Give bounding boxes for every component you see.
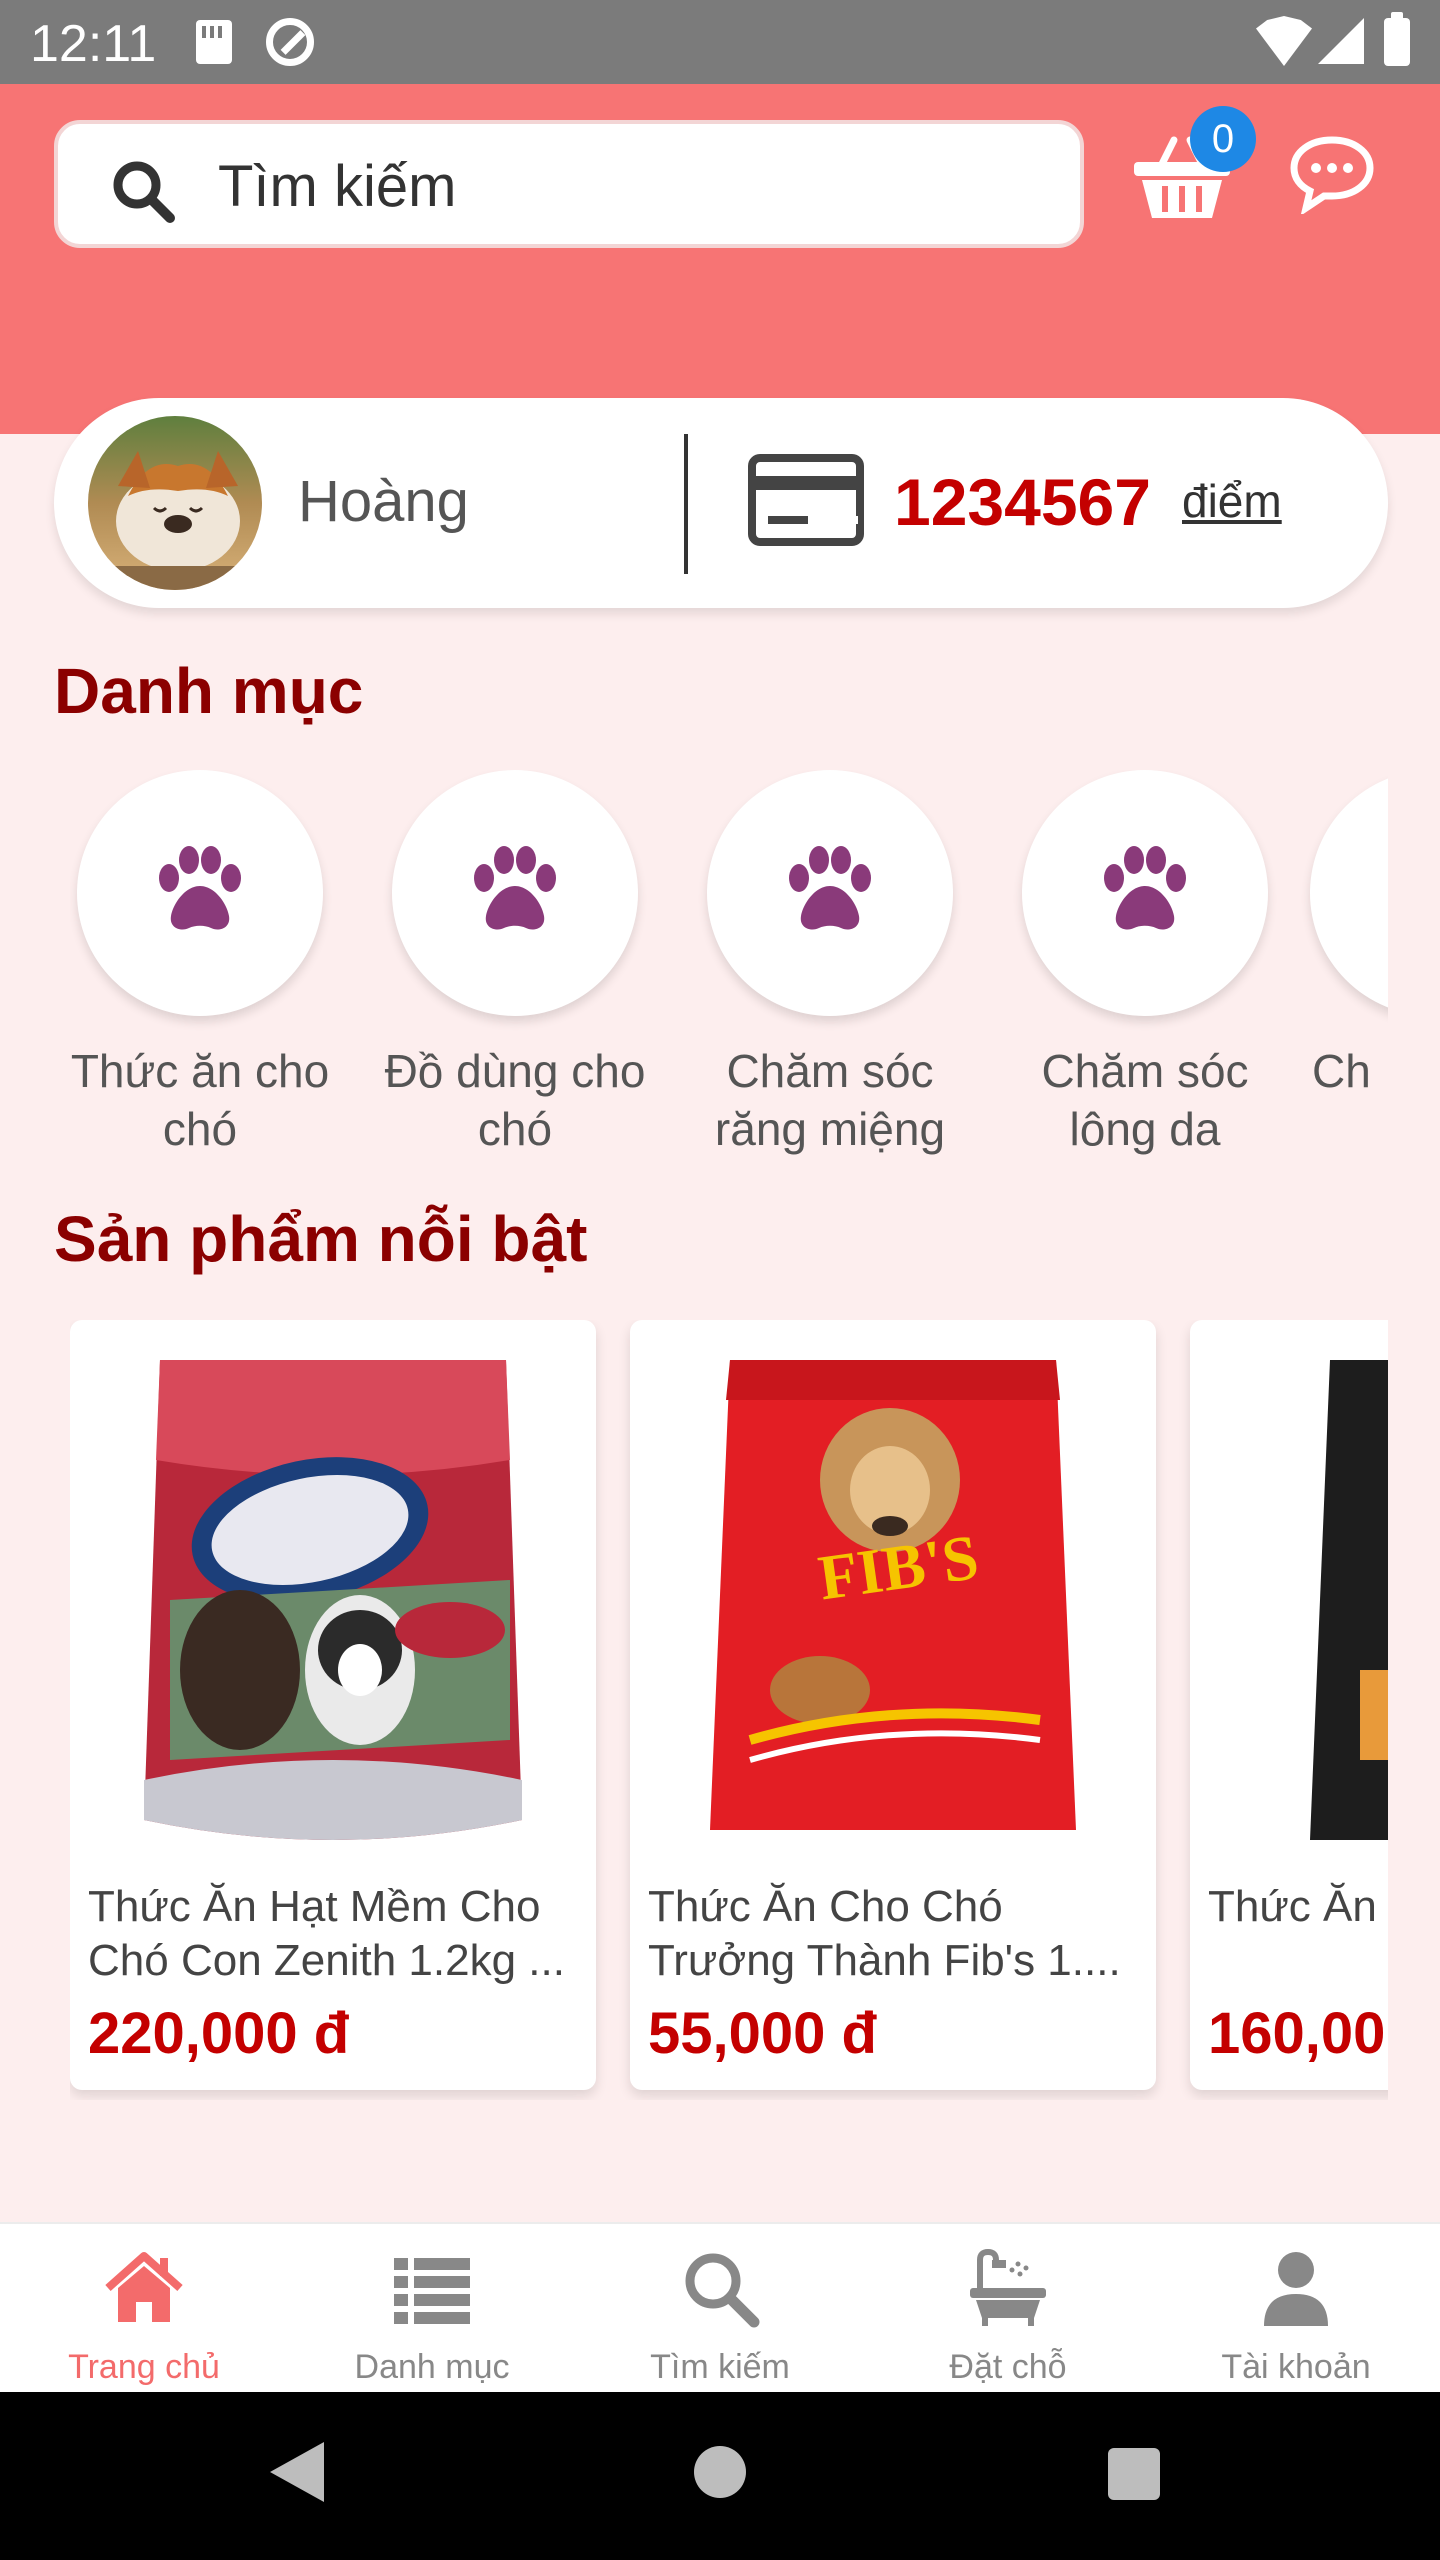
product-card[interactable]: Thức Ăn Hạt Mềm Cho Chó Con Zenith 1.2kg…	[70, 1320, 596, 2090]
nav-label: Trang chủ	[68, 2348, 220, 2386]
list-icon	[394, 2258, 470, 2324]
nav-label: Tìm kiếm	[650, 2348, 790, 2386]
credit-card-icon	[748, 454, 864, 546]
search-icon	[113, 161, 175, 223]
back-button[interactable]	[270, 2442, 324, 2502]
category-circle	[1310, 770, 1388, 1016]
cart-badge: 0	[1190, 106, 1256, 172]
category-label: Chăm sóc răng miệng	[714, 1045, 946, 1155]
category-label: Đồ dùng cho chó	[384, 1045, 646, 1155]
product-price: 220,000 đ	[88, 2001, 350, 2066]
category-item[interactable]: Đồ dùng cho chó	[365, 770, 665, 1158]
user-icon	[1264, 2252, 1328, 2326]
nav-account[interactable]: Tài khoản	[1152, 2224, 1440, 2394]
home-icon	[105, 2252, 183, 2322]
sd-card-icon	[196, 20, 232, 64]
bottom-nav: Trang chủ Danh mục Tìm kiếm Đặt chỗ Tài …	[0, 2222, 1440, 2392]
points-link[interactable]: điểm	[1182, 474, 1282, 528]
home-button[interactable]	[694, 2446, 746, 2498]
category-item[interactable]: Chăm sóc răng miệng	[680, 770, 980, 1158]
bathtub-icon	[970, 2248, 1046, 2326]
battery-icon	[1384, 12, 1410, 66]
nav-search[interactable]: Tìm kiếm	[576, 2224, 864, 2394]
featured-title: Sản phẩm nỗi bật	[54, 1203, 588, 1275]
category-label: Ch	[1312, 1045, 1371, 1097]
paw-icon	[159, 846, 241, 930]
header: 0	[0, 84, 1440, 434]
status-bar: 12:11	[0, 0, 1440, 84]
search-icon	[685, 2253, 760, 2328]
product-price: 160,00	[1208, 2001, 1386, 2066]
card-divider	[684, 434, 688, 574]
paw-icon	[789, 846, 871, 930]
product-price: 55,000 đ	[648, 2001, 877, 2066]
product-image	[144, 1360, 522, 1840]
product-list[interactable]: Thức Ăn Hạt Mềm Cho Chó Con Zenith 1.2kg…	[70, 1320, 1388, 2100]
nav-categories[interactable]: Danh mục	[288, 2224, 576, 2394]
user-card[interactable]: Hoàng 1234567 điểm	[54, 398, 1388, 608]
wifi-icon	[1256, 16, 1312, 66]
avatar	[88, 416, 262, 590]
points-value: 1234567	[894, 465, 1151, 539]
category-circle	[77, 770, 323, 1016]
category-circle	[707, 770, 953, 1016]
paw-icon	[474, 846, 556, 930]
category-label: Chăm sóc lông da	[1041, 1045, 1249, 1155]
nav-home[interactable]: Trang chủ	[0, 2224, 288, 2394]
user-name: Hoàng	[298, 469, 469, 534]
product-card[interactable]: Thức Ăn Trưởng T 160,00	[1190, 1320, 1388, 2090]
nav-booking[interactable]: Đặt chỗ	[864, 2224, 1152, 2394]
product-name: Thức Ăn Hạt Mềm Cho Chó Con Zenith 1.2kg…	[88, 1882, 565, 1985]
at-sign-icon	[266, 18, 314, 66]
categories-title: Danh mục	[54, 655, 364, 727]
product-name: Thức Ăn Trưởng T	[1208, 1882, 1388, 1931]
product-image	[1310, 1360, 1388, 1840]
nav-label: Tài khoản	[1221, 2348, 1371, 2386]
category-item[interactable]: Chăm sóc lông da	[995, 770, 1295, 1158]
category-item[interactable]: Thức ăn cho chó	[70, 770, 350, 1158]
product-image: FIB'S	[710, 1360, 1076, 1830]
chat-icon[interactable]	[1290, 134, 1374, 214]
nav-label: Danh mục	[354, 2348, 510, 2386]
category-item[interactable]: Ch	[1310, 770, 1388, 1100]
paw-icon	[1104, 846, 1186, 930]
signal-icon	[1318, 18, 1364, 64]
nav-label: Đặt chỗ	[949, 2348, 1067, 2386]
category-list[interactable]: Thức ăn cho chó Đồ dùng cho chó Chăm sóc…	[70, 770, 1388, 1170]
recent-apps-button[interactable]	[1108, 2448, 1160, 2500]
product-name: Thức Ăn Cho Chó Trưởng Thành Fib's 1....	[648, 1882, 1121, 1985]
product-card[interactable]: FIB'S Thức Ăn Cho Chó Trưởng Thành Fib's…	[630, 1320, 1156, 2090]
system-nav-bar	[0, 2392, 1440, 2560]
search-input[interactable]	[218, 144, 1038, 228]
status-time: 12:11	[30, 15, 157, 73]
category-circle	[392, 770, 638, 1016]
category-circle	[1022, 770, 1268, 1016]
search-box[interactable]	[54, 120, 1084, 248]
category-label: Thức ăn cho chó	[70, 1045, 330, 1155]
